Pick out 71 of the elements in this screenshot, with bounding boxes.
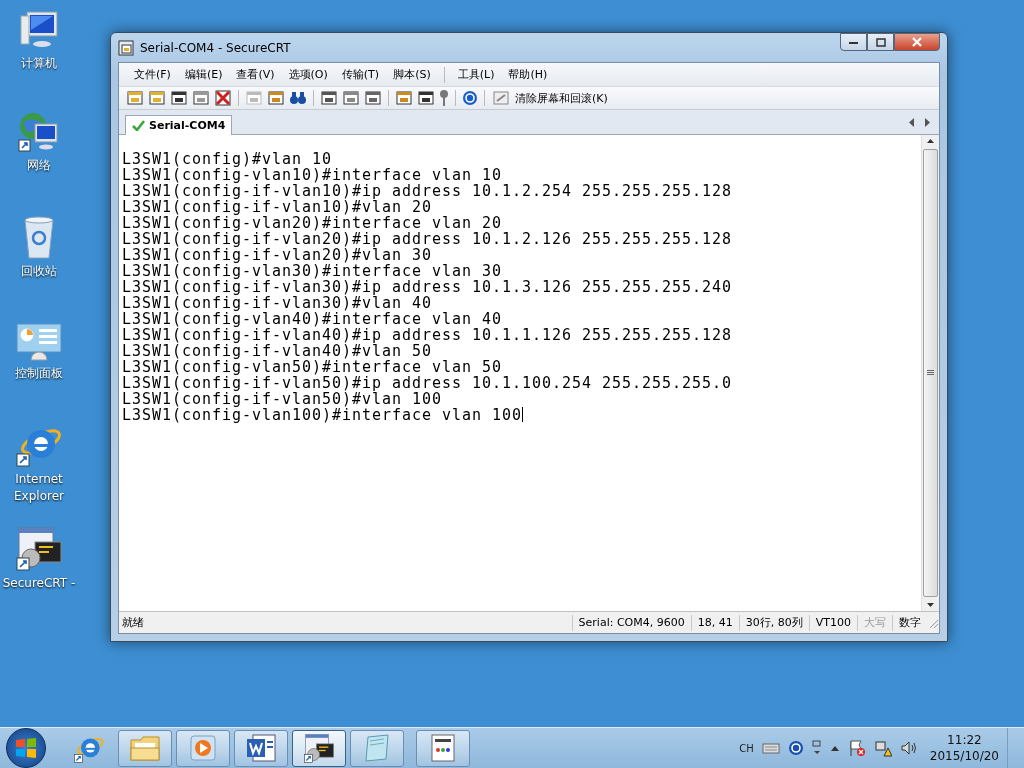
- help-icon[interactable]: [462, 90, 478, 106]
- scrollbar-thumb[interactable]: [923, 149, 938, 597]
- input-language-indicator[interactable]: CH: [739, 742, 754, 754]
- connect-tab-icon[interactable]: [170, 89, 188, 107]
- desktop-icon-label: 控制面板: [15, 365, 63, 382]
- flag-error-icon[interactable]: [847, 739, 866, 757]
- session-tab[interactable]: Serial-COM4: [125, 115, 233, 135]
- taskbar-button[interactable]: [416, 729, 470, 767]
- folder-icon: [129, 734, 161, 762]
- keymap-icon[interactable]: [417, 89, 435, 107]
- status-text: Serial: COM4, 9600: [571, 614, 691, 631]
- key-icon[interactable]: [439, 89, 449, 107]
- windows-logo-icon: [15, 737, 37, 759]
- minimize-icon: [848, 39, 859, 45]
- menu-item[interactable]: 帮助(H): [501, 67, 555, 82]
- app-icon: [118, 39, 134, 56]
- notepad-icon: [362, 733, 392, 763]
- scroll-right-icon[interactable]: [925, 117, 931, 127]
- desktop-icon-label: Internet Explorer: [13, 471, 65, 505]
- date-text: 2015/10/20: [929, 748, 999, 764]
- status-text: 30行, 80列: [738, 614, 809, 631]
- start-button[interactable]: [6, 728, 46, 768]
- minimize-button[interactable]: [840, 33, 867, 51]
- menu-item[interactable]: 工具(L): [450, 67, 502, 82]
- close-button[interactable]: [894, 33, 940, 51]
- maximize-icon: [875, 37, 886, 47]
- print-selection-icon[interactable]: [342, 89, 360, 107]
- securecrt-icon: [303, 732, 335, 764]
- show-hidden-icons-icon[interactable]: [829, 744, 840, 752]
- clear-screen-button[interactable]: 清除屏幕和回滚(K): [491, 90, 610, 106]
- window-title: Serial-COM4 - SecureCRT: [140, 40, 291, 55]
- new-session-icon[interactable]: [126, 89, 144, 107]
- desktop-icon-label: 网络: [27, 157, 51, 174]
- clear-screen-icon: [493, 90, 509, 106]
- desktop-icon-label: 回收站: [21, 263, 57, 280]
- speaker-icon[interactable]: [899, 740, 918, 756]
- menu-item[interactable]: 编辑(E): [177, 67, 230, 82]
- desktop-icon-label: SecureCRT -: [2, 575, 76, 592]
- maximize-button[interactable]: [867, 33, 894, 51]
- menu-item[interactable]: 传输(T): [334, 67, 387, 82]
- control-panel-icon: [15, 322, 63, 362]
- scroll-left-icon[interactable]: [909, 117, 915, 127]
- status-text: 就绪: [121, 614, 145, 631]
- status-text: 大写: [857, 614, 892, 631]
- desktop-icon-label: 计算机: [21, 55, 57, 72]
- network-icon: [17, 110, 61, 154]
- status-text: 18, 41: [690, 614, 739, 631]
- disconnect-icon[interactable]: [214, 89, 232, 107]
- status-text: VT100: [808, 614, 857, 631]
- document-icon: [430, 733, 456, 763]
- network-warning-icon[interactable]: [873, 739, 892, 757]
- taskbar-button[interactable]: [292, 729, 346, 767]
- menu-item[interactable]: 文件(F): [127, 67, 178, 82]
- taskbar-button[interactable]: [234, 729, 288, 767]
- word-document-icon: [245, 733, 277, 763]
- close-icon: [911, 37, 923, 47]
- clock[interactable]: 11:22 2015/10/20: [929, 732, 999, 764]
- options-icon[interactable]: [811, 740, 822, 756]
- grip-icon: [927, 370, 934, 376]
- binoculars-icon[interactable]: [289, 90, 307, 106]
- print-setup-icon[interactable]: [320, 89, 338, 107]
- print-icon[interactable]: [364, 89, 382, 107]
- time-text: 11:22: [947, 732, 982, 748]
- media-player-icon: [189, 734, 217, 762]
- securecrt-icon: [15, 526, 63, 572]
- status-text: 数字: [892, 614, 927, 631]
- menu-item[interactable]: 脚本(S): [386, 67, 438, 82]
- paste-icon[interactable]: [267, 89, 285, 107]
- menu-item[interactable]: 查看(V): [229, 67, 282, 82]
- help-icon[interactable]: [787, 740, 804, 756]
- menu-item[interactable]: 选项(O): [281, 67, 335, 82]
